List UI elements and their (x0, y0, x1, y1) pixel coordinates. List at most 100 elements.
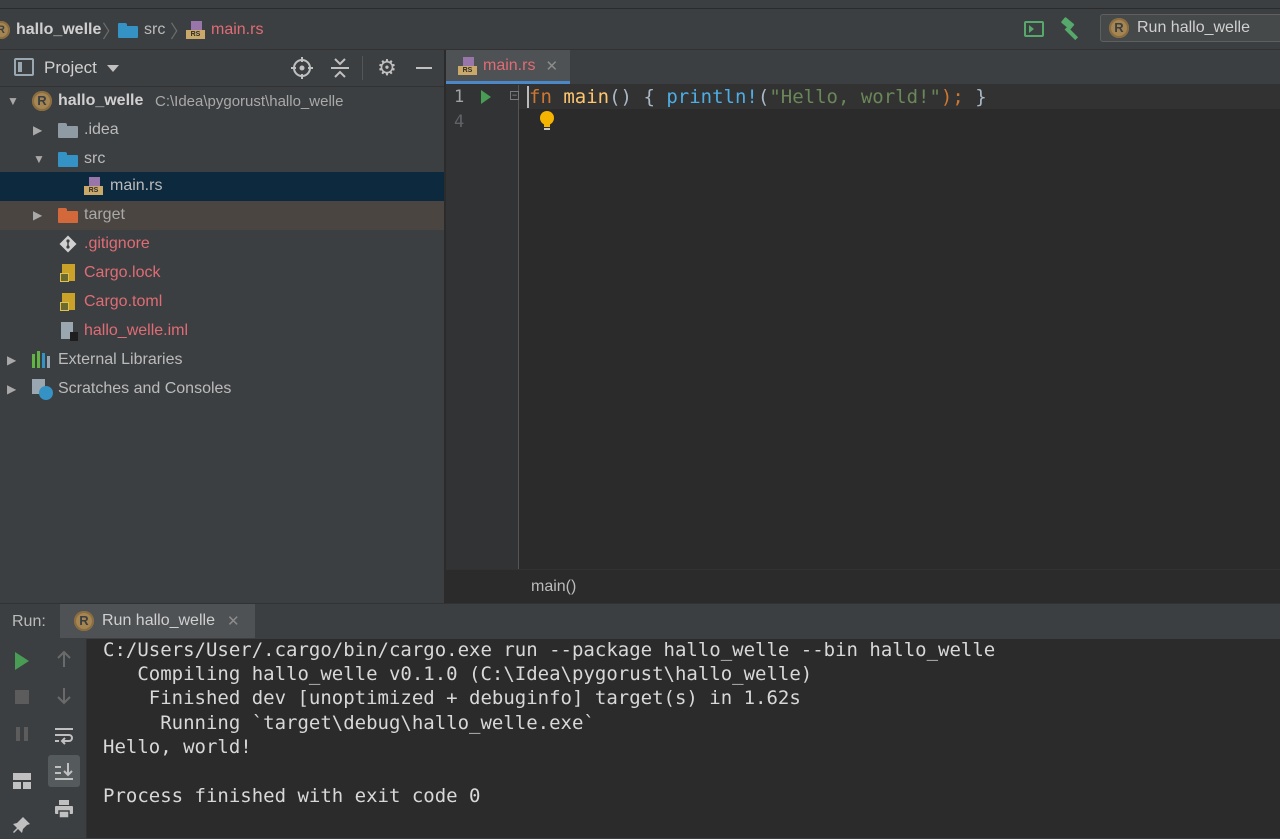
run-configuration-select[interactable]: R Run hallo_welle (1100, 14, 1280, 42)
rust-config-icon: R (74, 611, 94, 631)
gear-icon[interactable]: ⚙ (375, 56, 399, 80)
pin-icon[interactable] (8, 811, 36, 839)
collapsed-arrow-icon: ▶ (7, 382, 17, 396)
line-number: 1 (454, 87, 465, 107)
project-view-select[interactable]: Project (44, 58, 119, 78)
layout-icon[interactable] (8, 767, 36, 795)
tree-item-label: Cargo.toml (84, 293, 163, 310)
run-panel-label: Run: (12, 613, 46, 630)
module-file-icon (60, 322, 78, 341)
print-icon[interactable] (50, 795, 78, 823)
scroll-down-icon[interactable] (50, 682, 78, 710)
tree-item-gitignore[interactable]: .gitignore (0, 230, 444, 259)
run-gutter-icon[interactable] (481, 90, 491, 104)
lightbulb-icon[interactable] (538, 110, 556, 132)
code-macro: println! (666, 86, 758, 108)
code-brace: } (975, 86, 987, 108)
soft-wrap-icon[interactable] (50, 721, 78, 749)
line-number: 4 (454, 112, 465, 132)
stop-icon[interactable] (8, 683, 36, 711)
rust-file-icon: RS (186, 21, 205, 39)
tree-item-idea[interactable]: ▶ .idea (0, 116, 444, 145)
breadcrumb-file[interactable]: RS main.rs (186, 19, 263, 41)
fold-icon[interactable]: − (510, 91, 519, 100)
breadcrumb-folder[interactable]: src (118, 19, 165, 41)
code-editor[interactable] (519, 85, 1280, 569)
run-configuration-label: Run hallo_welle (1137, 19, 1250, 36)
cargo-lock-icon (60, 264, 78, 283)
project-panel-header: Project ⚙ (0, 50, 444, 87)
root-name: hallo_welle (58, 92, 144, 109)
scroll-up-icon[interactable] (50, 645, 78, 673)
excluded-folder-icon (58, 208, 78, 223)
code-function-name: main (563, 86, 610, 108)
console-line: Process finished with exit code 0 (103, 785, 481, 807)
folder-icon (58, 123, 78, 138)
library-icon (32, 351, 52, 369)
project-view-icon (14, 58, 34, 76)
code-line-1[interactable]: fn main() { println!("Hello, world!"); } (527, 85, 987, 109)
tree-item-src[interactable]: ▼ src (0, 145, 444, 174)
run-tab-label: Run hallo_welle (102, 612, 215, 629)
rust-project-icon: R (0, 21, 10, 39)
cargo-toml-icon (60, 293, 78, 312)
console-output[interactable]: C:/Users/User/.cargo/bin/cargo.exe run -… (87, 639, 1280, 838)
tree-item-scratches[interactable]: ▶ Scratches and Consoles (0, 375, 444, 404)
rust-file-icon: RS (84, 177, 103, 195)
editor-breadcrumb[interactable]: main() (531, 578, 576, 596)
breadcrumb-file-label: main.rs (211, 21, 264, 38)
tree-item-label: .idea (84, 121, 119, 138)
tree-item-label: src (84, 150, 106, 167)
project-tree: ▼ R hallo_welle C:\Idea\pygorust\hallo_w… (0, 87, 444, 603)
tree-item-cargo-toml[interactable]: Cargo.toml (0, 288, 444, 317)
minimize-icon[interactable] (416, 67, 432, 69)
locate-target-icon[interactable] (291, 57, 313, 79)
run-tab[interactable]: R Run hallo_welle ✕ (60, 604, 255, 638)
rerun-icon[interactable] (8, 647, 36, 675)
tree-item-label: Scratches and Consoles (58, 380, 232, 397)
build-hammer-icon[interactable] (1058, 17, 1084, 43)
run-toolbar (0, 639, 87, 838)
chevron-down-icon (106, 64, 119, 72)
code-brace: { (643, 86, 655, 108)
code-paren-semicolon: ); (940, 86, 964, 108)
tree-item-label: target (84, 206, 125, 223)
editor-breadcrumb-bar: main() (446, 569, 1280, 604)
tree-item-cargo-lock[interactable]: Cargo.lock (0, 259, 444, 288)
source-folder-icon (58, 152, 78, 167)
code-parens: () (609, 86, 632, 108)
close-icon[interactable]: ✕ (545, 57, 558, 75)
scroll-to-end-icon[interactable] (48, 755, 80, 787)
collapse-all-icon[interactable] (329, 57, 351, 79)
pause-icon[interactable] (8, 720, 36, 748)
tree-item-label: .gitignore (84, 235, 150, 252)
tree-item-root[interactable]: ▼ R hallo_welle C:\Idea\pygorust\hallo_w… (0, 87, 444, 116)
rust-project-icon: R (32, 91, 52, 111)
collapsed-arrow-icon: ▶ (33, 123, 43, 137)
tree-item-external-libraries[interactable]: ▶ External Libraries (0, 346, 444, 375)
tree-item-label: main.rs (110, 177, 163, 194)
navigation-bar: R hallo_welle 〉 src 〉 RS main.rs (0, 9, 1280, 50)
tree-item-main-rs[interactable]: RS main.rs (0, 172, 444, 201)
expanded-arrow-icon: ▼ (33, 152, 45, 166)
editor-tab-main-rs[interactable]: RS main.rs ✕ (446, 50, 570, 84)
close-icon[interactable]: ✕ (227, 612, 240, 630)
breadcrumb-project-label: hallo_welle (16, 21, 102, 38)
folder-icon (118, 22, 138, 38)
console-line: Compiling hallo_welle v0.1.0 (C:\Idea\py… (103, 663, 813, 685)
tree-item-label: External Libraries (58, 351, 183, 368)
console-line: Running `target\debug\hallo_welle.exe` (103, 712, 595, 734)
scratches-icon (32, 379, 54, 401)
console-line: Hello, world! (103, 736, 252, 758)
tree-item-label: Cargo.lock (84, 264, 161, 281)
tree-item-iml[interactable]: hallo_welle.iml (0, 317, 444, 346)
code-paren: ( (757, 86, 770, 108)
terminal-icon[interactable] (1024, 21, 1044, 37)
code-string: "Hello, world!" (769, 86, 941, 108)
root-path: C:\Idea\pygorust\hallo_welle (155, 93, 344, 110)
tree-item-target[interactable]: ▶ target (0, 201, 444, 230)
breadcrumb-project[interactable]: R hallo_welle (0, 19, 101, 41)
toolbar-divider (362, 56, 363, 80)
console-line: C:/Users/User/.cargo/bin/cargo.exe run -… (103, 639, 996, 661)
expanded-arrow-icon: ▼ (7, 94, 19, 108)
